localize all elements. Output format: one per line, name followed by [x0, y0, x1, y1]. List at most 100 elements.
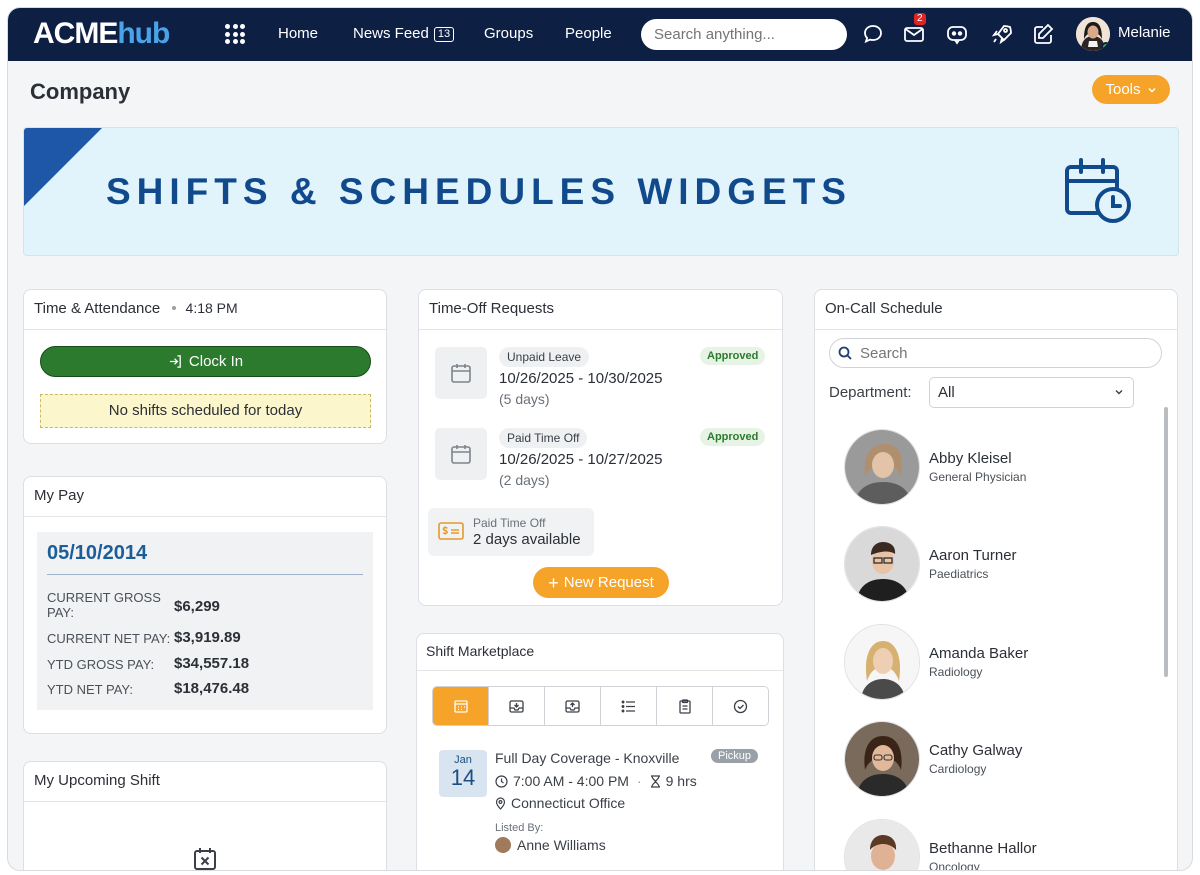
time-attendance-header: Time & Attendance 4:18 PM	[24, 290, 386, 330]
on-call-person[interactable]: Amanda Baker Radiology	[844, 624, 1144, 702]
on-call-title: On-Call Schedule	[815, 290, 1177, 330]
person-department: Radiology	[929, 665, 983, 679]
current-time: 4:18 PM	[185, 300, 238, 316]
list-icon	[621, 700, 635, 712]
widgets-banner: SHIFTS & SCHEDULES WIDGETS	[23, 127, 1179, 256]
calendar-cancel-icon	[194, 848, 216, 870]
time-off-request-item[interactable]: Paid Time Off 10/26/2025 - 10/27/2025 (2…	[435, 428, 767, 498]
tab-calendar[interactable]	[433, 687, 489, 725]
on-call-person[interactable]: Bethanne Hallor Oncology	[844, 819, 1144, 870]
person-name: Abby Kleisel	[929, 450, 1012, 467]
global-search-input[interactable]	[641, 19, 847, 50]
request-date-range: 10/26/2025 - 10/30/2025	[499, 370, 663, 387]
mail-unread-badge: 2	[914, 13, 926, 25]
user-avatar[interactable]	[1076, 17, 1110, 51]
rocket-icon[interactable]	[990, 22, 1014, 46]
clock-icon	[495, 774, 508, 788]
person-photo	[844, 624, 920, 700]
shift-marketplace-card: Shift Marketplace Jan 14 Full Day Covera…	[416, 633, 784, 870]
department-select[interactable]: All	[929, 377, 1134, 408]
status-badge: Approved	[700, 428, 766, 446]
app-frame: ACMEhub Home News Feed 13 Groups People 2	[8, 8, 1192, 870]
pay-value: $34,557.18	[174, 655, 250, 672]
bot-assistant-icon[interactable]	[945, 22, 969, 46]
pay-label: YTD NET PAY:	[47, 682, 133, 697]
user-name[interactable]: Melanie	[1118, 24, 1171, 41]
nav-home-link[interactable]: Home	[278, 24, 318, 44]
chevron-down-icon	[1147, 87, 1156, 93]
hourglass-icon	[650, 774, 660, 788]
news-feed-count-badge: 13	[433, 27, 455, 42]
shift-date-badge: Jan 14	[439, 750, 487, 797]
pay-summary-panel: 05/10/2014 CURRENT GROSS PAY: $6,299 CUR…	[37, 532, 373, 710]
clipboard-icon	[678, 698, 691, 714]
acmehub-logo[interactable]: ACME hub	[33, 17, 170, 50]
login-arrow-icon	[169, 355, 181, 368]
plus-icon: +	[548, 572, 559, 593]
pay-date: 05/10/2014	[47, 542, 148, 564]
pto-balance: Paid Time Off 2 days available	[428, 508, 594, 556]
pay-value: $3,919.89	[174, 629, 241, 646]
listed-by-user[interactable]: Anne Williams	[495, 837, 606, 853]
logo-accent-text: hub	[117, 17, 170, 50]
listed-by-label: Listed By:	[495, 822, 544, 834]
on-call-person[interactable]: Cathy Galway Cardiology	[844, 721, 1144, 799]
shift-title[interactable]: Full Day Coverage - Knoxville	[495, 750, 679, 766]
pto-balance-value: 2 days available	[473, 531, 581, 548]
request-day-count: (2 days)	[499, 472, 550, 488]
on-call-person[interactable]: Abby Kleisel General Physician	[844, 429, 1144, 507]
check-circle-icon	[733, 699, 748, 713]
clock-in-button[interactable]: Clock In	[40, 346, 371, 377]
pto-balance-label: Paid Time Off	[473, 516, 546, 530]
time-off-request-item[interactable]: Unpaid Leave 10/26/2025 - 10/30/2025 (5 …	[435, 347, 767, 417]
tab-clipboard[interactable]	[657, 687, 713, 725]
separator-dot: ·	[636, 773, 642, 789]
tab-list[interactable]	[601, 687, 657, 725]
logo-main-text: ACME	[33, 17, 118, 50]
chevron-down-icon	[1115, 390, 1123, 395]
on-call-person[interactable]: Aaron Turner Paediatrics	[844, 526, 1144, 604]
shift-location-row: Connecticut Office	[495, 795, 625, 811]
tab-approved[interactable]	[713, 687, 768, 725]
request-type-tag: Unpaid Leave	[499, 347, 590, 367]
location-pin-icon	[495, 796, 506, 810]
money-card-icon	[438, 522, 464, 540]
person-photo	[844, 721, 920, 797]
chat-bubble-icon[interactable]	[861, 22, 885, 46]
nav-people-link[interactable]: People	[565, 24, 612, 44]
nav-news-feed-link[interactable]: News Feed 13	[353, 24, 455, 44]
new-request-button[interactable]: + New Request	[533, 567, 669, 598]
shift-marketplace-title: Shift Marketplace	[417, 634, 783, 671]
my-pay-card: My Pay 05/10/2014 CURRENT GROSS PAY: $6,…	[23, 476, 387, 734]
calendar-icon	[435, 428, 487, 480]
on-call-schedule-card: On-Call Schedule Department: All Abby Kl…	[814, 289, 1178, 870]
tools-dropdown-button[interactable]: Tools	[1092, 75, 1170, 104]
person-department: General Physician	[929, 470, 1027, 484]
pay-label: YTD GROSS PAY:	[47, 657, 155, 672]
person-name: Bethanne Hallor	[929, 840, 1037, 857]
no-shifts-notice: No shifts scheduled for today	[40, 394, 371, 428]
apps-grid-icon[interactable]	[225, 24, 245, 44]
person-department: Oncology	[929, 860, 980, 870]
lister-avatar	[495, 837, 511, 853]
mail-icon[interactable]: 2	[902, 13, 926, 46]
lister-name: Anne Williams	[517, 837, 606, 853]
status-badge: Approved	[700, 347, 766, 365]
pay-label: CURRENT NET PAY:	[47, 631, 171, 646]
pay-value: $18,476.48	[174, 680, 250, 697]
upcoming-shift-card: My Upcoming Shift	[23, 761, 387, 870]
request-type-tag: Paid Time Off	[499, 428, 588, 448]
nav-groups-link[interactable]: Groups	[484, 24, 533, 44]
search-icon	[838, 346, 852, 360]
request-date-range: 10/26/2025 - 10/27/2025	[499, 451, 663, 468]
compose-edit-icon[interactable]	[1031, 22, 1055, 46]
person-name: Amanda Baker	[929, 645, 1029, 662]
on-call-scrollbar[interactable]	[1164, 407, 1168, 677]
tab-incoming[interactable]	[489, 687, 545, 725]
calendar-grid-icon	[453, 700, 468, 713]
tab-outgoing[interactable]	[545, 687, 601, 725]
inbox-upload-icon	[565, 699, 580, 713]
banner-title: SHIFTS & SCHEDULES WIDGETS	[106, 171, 852, 212]
on-call-search-input[interactable]	[829, 338, 1162, 368]
inbox-download-icon	[509, 699, 524, 713]
